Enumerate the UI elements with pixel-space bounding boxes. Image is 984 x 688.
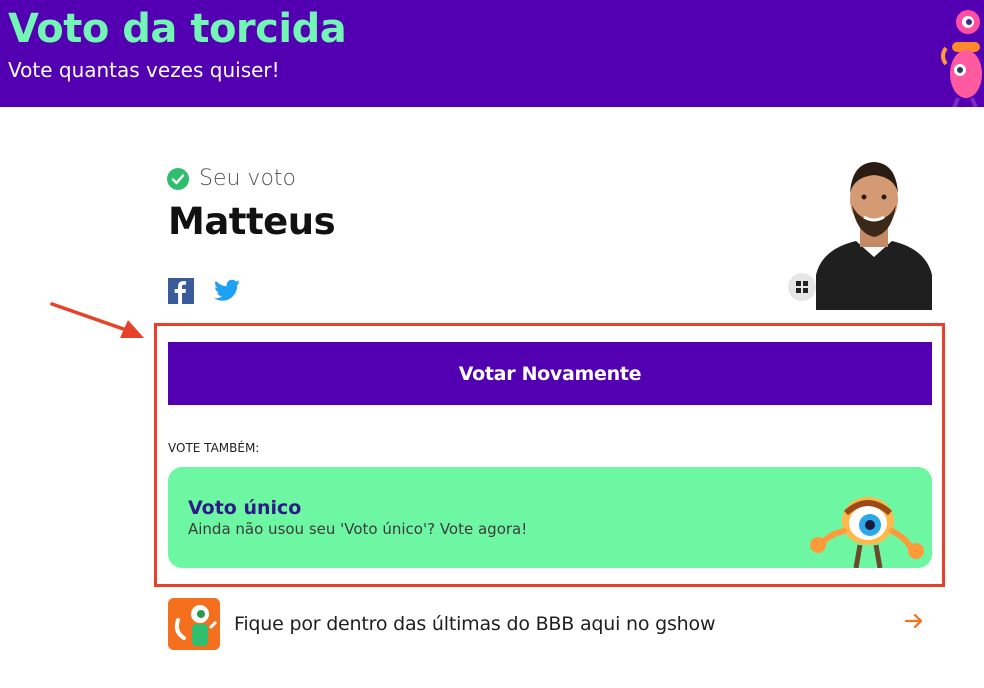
header-banner: Voto da torcida Vote quantas vezes quise… <box>0 0 984 107</box>
page-title: Voto da torcida <box>8 6 347 52</box>
candidate-photo <box>816 157 932 310</box>
single-vote-title: Voto único <box>188 497 302 519</box>
vote-status: Seu voto <box>167 166 296 191</box>
facebook-icon[interactable] <box>168 278 194 304</box>
check-circle-icon <box>167 167 189 190</box>
candidate-name: Matteus <box>168 200 336 243</box>
mascot-illustration <box>941 10 982 107</box>
page-subtitle: Vote quantas vezes quiser! <box>8 58 280 82</box>
grid-button[interactable] <box>788 273 816 301</box>
vote-also-label: VOTE TAMBÉM: <box>168 441 260 455</box>
gshow-mascot-illustration <box>168 598 220 650</box>
single-vote-card[interactable]: Voto único Ainda não usou seu 'Voto únic… <box>168 467 932 568</box>
red-arrow-annotation <box>50 302 144 338</box>
vote-again-button[interactable]: Votar Novamente <box>168 342 932 405</box>
vote-status-label: Seu voto <box>199 166 297 191</box>
news-link-text: Fique por dentro das últimas do BBB aqui… <box>234 613 716 635</box>
twitter-icon[interactable] <box>213 279 241 303</box>
grid-icon <box>796 281 808 293</box>
eye-mascot-illustration <box>810 497 924 568</box>
news-thumbnail <box>168 598 220 650</box>
arrow-right-icon <box>904 613 923 629</box>
news-link[interactable]: Fique por dentro das últimas do BBB aqui… <box>168 598 932 652</box>
voting-page: Voto da torcida Vote quantas vezes quise… <box>0 0 984 688</box>
single-vote-description: Ainda não usou seu 'Voto único'? Vote ag… <box>188 520 528 538</box>
